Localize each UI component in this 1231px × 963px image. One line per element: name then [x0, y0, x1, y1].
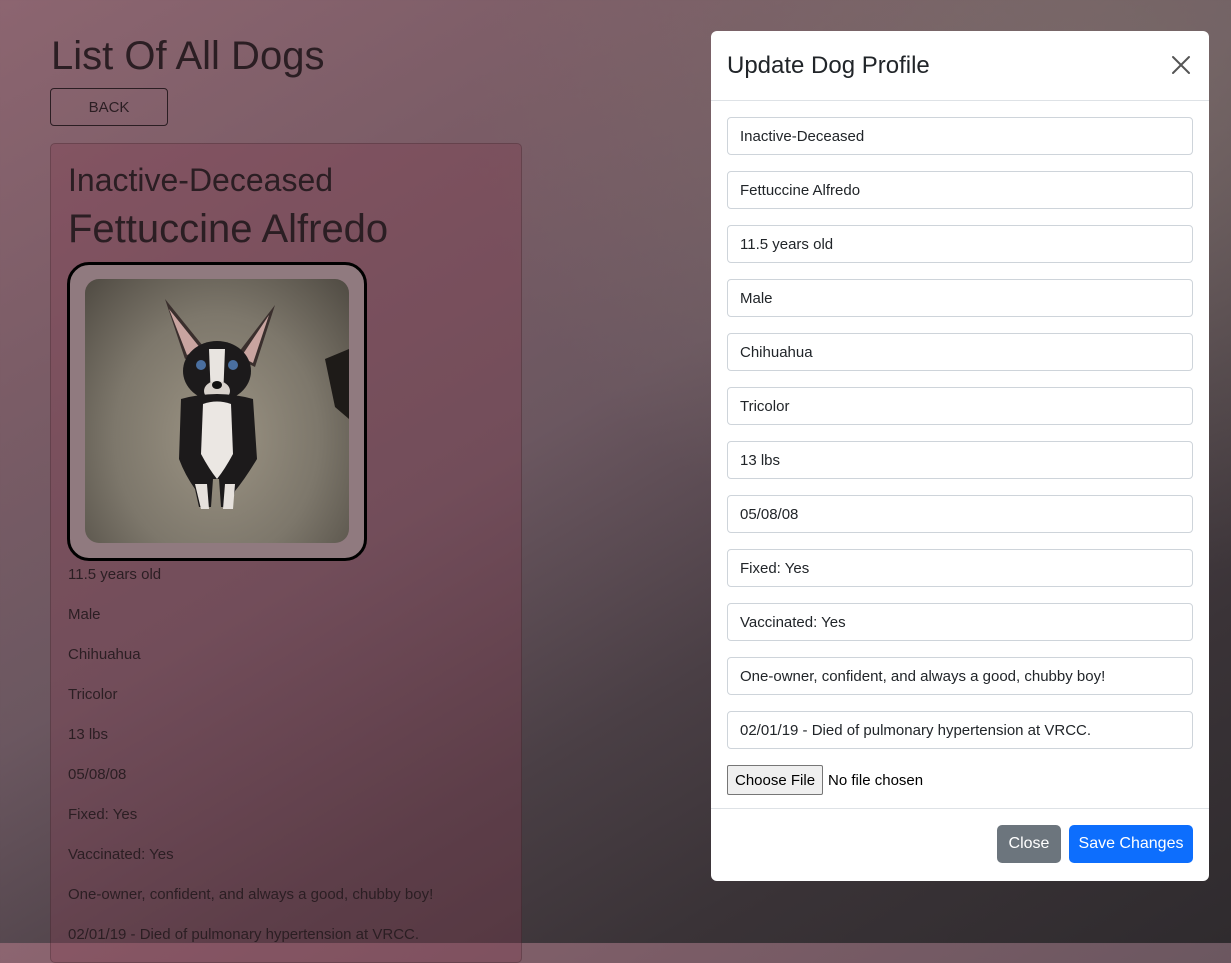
birthdate-input[interactable] — [727, 495, 1193, 533]
detail-vaccinated: Vaccinated: Yes — [68, 846, 174, 863]
description-input[interactable] — [727, 657, 1193, 695]
modal-title: Update Dog Profile — [727, 52, 930, 79]
choose-file-button[interactable]: Choose File — [727, 765, 824, 795]
modal-footer: Close Save Changes — [711, 808, 1209, 881]
dog-name: Fettuccine Alfredo — [68, 207, 389, 251]
age-input[interactable] — [727, 225, 1193, 263]
file-upload: Choose File No file chosen — [727, 765, 923, 795]
detail-notes: 02/01/19 - Died of pulmonary hypertensio… — [68, 926, 420, 943]
detail-breed: Chihuahua — [68, 646, 141, 663]
detail-sex: Male — [68, 606, 101, 623]
modal-body: Choose File No file chosen — [711, 101, 1209, 809]
dog-card: Inactive-Deceased Fettuccine Alfredo 11.… — [50, 143, 522, 963]
fixed-input[interactable] — [727, 549, 1193, 587]
close-button[interactable]: Close — [997, 825, 1061, 863]
dog-illustration — [165, 299, 349, 509]
detail-age: 11.5 years old — [68, 566, 162, 583]
modal-header: Update Dog Profile — [711, 31, 1209, 101]
detail-description: One-owner, confident, and always a good,… — [68, 886, 434, 903]
detail-birthdate: 05/08/08 — [68, 766, 127, 783]
page-title: List Of All Dogs — [51, 34, 325, 78]
close-icon[interactable] — [1167, 51, 1195, 79]
notes-input[interactable] — [727, 711, 1193, 749]
name-input[interactable] — [727, 171, 1193, 209]
detail-color: Tricolor — [68, 686, 118, 703]
color-input[interactable] — [727, 387, 1193, 425]
breed-input[interactable] — [727, 333, 1193, 371]
save-changes-button[interactable]: Save Changes — [1069, 825, 1193, 863]
dog-status: Inactive-Deceased — [68, 162, 334, 198]
back-button[interactable]: BACK — [50, 88, 168, 126]
dog-photo-frame — [67, 262, 367, 561]
file-status: No file chosen — [828, 771, 924, 789]
vaccinated-input[interactable] — [727, 603, 1193, 641]
detail-weight: 13 lbs — [68, 726, 109, 743]
dog-photo — [85, 279, 349, 543]
weight-input[interactable] — [727, 441, 1193, 479]
detail-fixed: Fixed: Yes — [68, 806, 138, 823]
sex-input[interactable] — [727, 279, 1193, 317]
status-input[interactable] — [727, 117, 1193, 155]
update-dog-modal: Update Dog Profile Choose File No file c… — [711, 31, 1209, 881]
